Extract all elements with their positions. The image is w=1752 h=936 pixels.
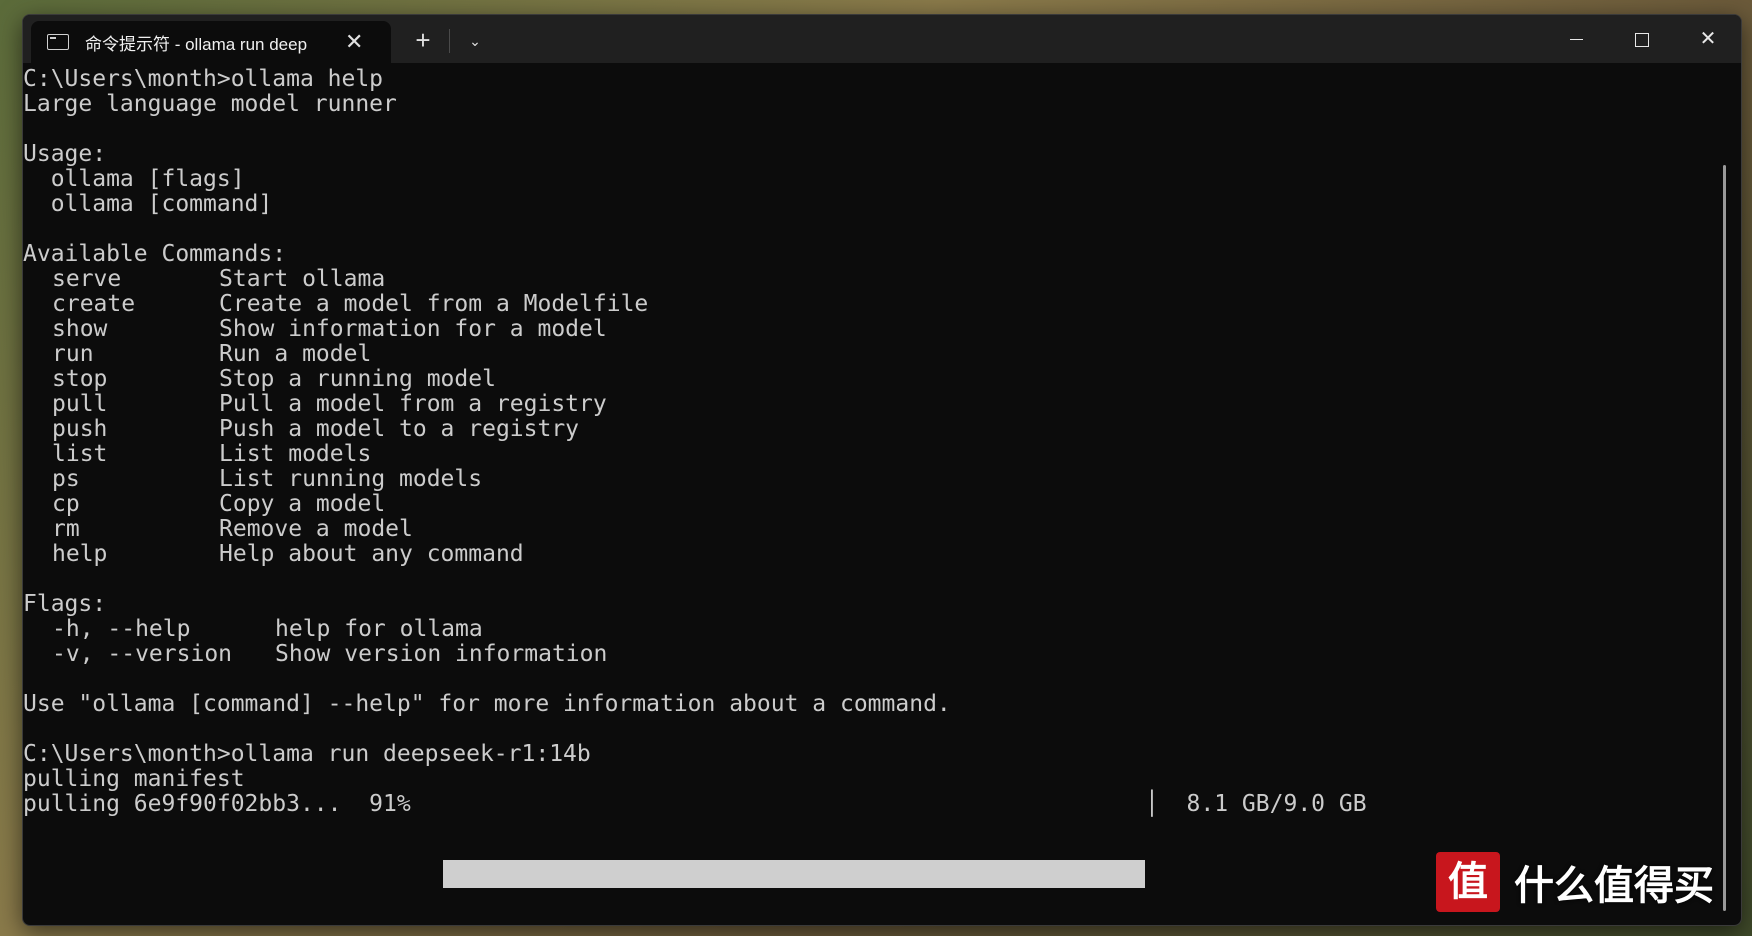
flag-name: -v, --version <box>52 641 233 667</box>
usage-header: Usage: <box>23 141 107 167</box>
footer-hint: Use "ollama [command] --help" for more i… <box>23 691 951 717</box>
command-desc: List running models <box>219 466 483 492</box>
minimize-icon <box>1569 38 1583 41</box>
command-name: create <box>52 291 136 317</box>
title-bar[interactable]: 命令提示符 - ollama run deep ✕ + ⌄ ✕ <box>23 15 1741 63</box>
command-name: ps <box>52 466 80 492</box>
command-name: help <box>52 541 108 567</box>
terminal-scrollbar[interactable] <box>1723 165 1726 911</box>
command-name: rm <box>52 516 80 542</box>
command-name: stop <box>52 366 108 392</box>
command-desc: Run a model <box>219 341 372 367</box>
flag-name: -h, --help <box>52 616 191 642</box>
terminal-output[interactable]: C:\Users\month>ollama help Large languag… <box>23 65 1719 925</box>
description-line: Large language model runner <box>23 91 397 117</box>
pull-status-line: pulling 6e9f90f02bb3... 91% <box>23 791 411 817</box>
command-desc: Help about any command <box>219 541 524 567</box>
usage-line: ollama [flags] <box>23 166 245 192</box>
new-tab-button[interactable]: + <box>405 25 441 57</box>
command-name: serve <box>52 266 122 292</box>
command-desc: Copy a model <box>219 491 386 517</box>
site-watermark: 值 什么值得买 <box>1436 852 1736 912</box>
tab-cmd[interactable]: 命令提示符 - ollama run deep ✕ <box>31 21 391 63</box>
command-name: run <box>52 341 94 367</box>
command-name: pull <box>52 391 108 417</box>
command-desc: Start ollama <box>219 266 386 292</box>
command-desc: Stop a running model <box>219 366 496 392</box>
tab-dropdown-button[interactable]: ⌄ <box>457 25 493 57</box>
command-name: push <box>52 416 108 442</box>
minimize-button[interactable] <box>1543 15 1609 63</box>
close-tab-icon[interactable]: ✕ <box>345 31 363 53</box>
command-name: show <box>52 316 108 342</box>
usage-line: ollama [command] <box>23 191 273 217</box>
command-name: cp <box>52 491 80 517</box>
flag-desc: help for ollama <box>275 616 483 642</box>
command-desc: Remove a model <box>219 516 413 542</box>
command-name: list <box>52 441 108 467</box>
terminal-window: 命令提示符 - ollama run deep ✕ + ⌄ ✕ C:\Users… <box>22 14 1742 926</box>
command-desc: List models <box>219 441 372 467</box>
prompt-help: C:\Users\month>ollama help <box>23 66 384 92</box>
command-desc: Create a model from a Modelfile <box>219 291 649 317</box>
commands-header: Available Commands: <box>23 241 287 267</box>
command-desc: Push a model to a registry <box>219 416 580 442</box>
close-window-button[interactable]: ✕ <box>1675 15 1741 63</box>
pulling-manifest-line: pulling manifest <box>23 766 245 792</box>
tab-divider <box>449 29 450 53</box>
watermark-logo: 值 <box>1436 852 1500 912</box>
download-progress-bar <box>443 860 1145 888</box>
download-size: │ 8.1 GB/9.0 GB <box>1145 791 1367 817</box>
maximize-icon <box>1635 32 1649 47</box>
flag-desc: Show version information <box>275 641 608 667</box>
flags-header: Flags: <box>23 591 107 617</box>
tab-title: 命令提示符 - ollama run deep <box>85 34 308 54</box>
prompt-run: C:\Users\month>ollama run deepseek-r1:14… <box>23 741 591 767</box>
watermark-text: 什么值得买 <box>1514 864 1714 908</box>
maximize-button[interactable] <box>1609 15 1675 63</box>
cmd-icon <box>47 34 69 50</box>
command-desc: Show information for a model <box>219 316 607 342</box>
command-desc: Pull a model from a registry <box>219 391 607 417</box>
